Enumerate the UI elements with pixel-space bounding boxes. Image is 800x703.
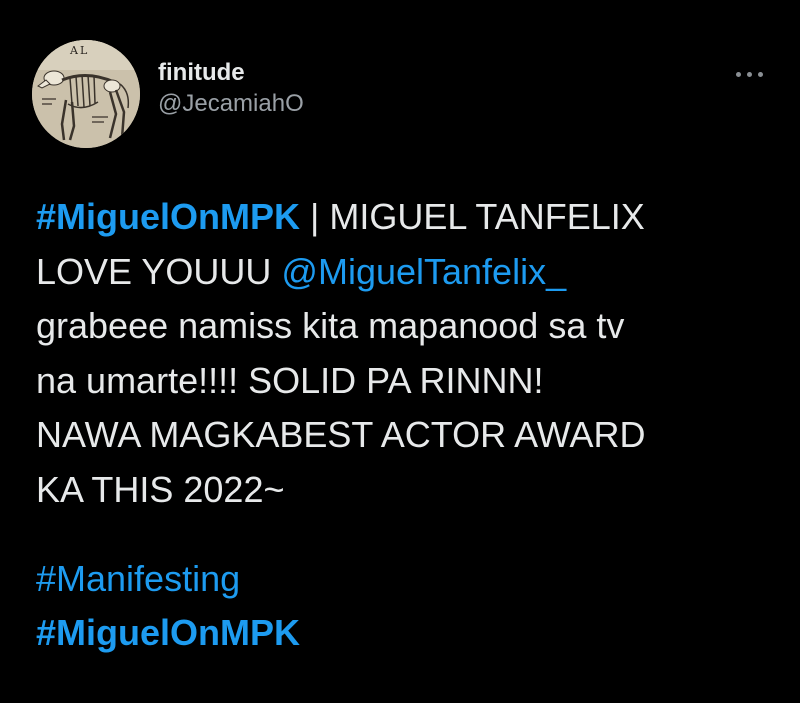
skeleton-animal-avatar-icon: AL <box>32 40 140 148</box>
hashtag-link[interactable]: #MiguelOnMPK <box>36 606 300 660</box>
hashtag-link[interactable]: #Manifesting <box>36 552 300 606</box>
more-options-button[interactable] <box>734 70 764 80</box>
tweet-line: NAWA MAGKABEST ACTOR AWARD <box>36 414 646 455</box>
more-dot <box>747 72 752 77</box>
hashtag-link[interactable]: #MiguelOnMPK <box>36 196 300 237</box>
author-info: finitude @JecamiahO <box>158 58 304 120</box>
avatar[interactable]: AL <box>32 40 140 148</box>
svg-text:AL: AL <box>69 44 89 57</box>
tweet-line: na umarte!!!! SOLID PA RINNN! <box>36 359 544 401</box>
tweet-text: #MiguelOnMPK | MIGUEL TANFELIX LOVE YOUU… <box>36 190 776 517</box>
more-horizontal-icon <box>736 72 741 77</box>
tweet-line: LOVE YOUUU @MiguelTanfelix_ <box>36 245 776 300</box>
tweet-line: grabeee namiss kita mapanood sa tv <box>36 305 625 346</box>
display-name[interactable]: finitude <box>158 58 304 88</box>
tweet-text-segment: LOVE YOUUU <box>36 250 282 292</box>
tweet-line: KA THIS 2022~ <box>36 468 285 510</box>
more-dot <box>758 72 763 77</box>
user-handle[interactable]: @JecamiahO <box>158 88 304 120</box>
tweet-card: AL finitude @JecamiahO #MiguelOnMPK | MI… <box>0 0 800 703</box>
tweet-line: #MiguelOnMPK | MIGUEL TANFELIX <box>36 190 776 245</box>
tweet-hashtags: #Manifesting #MiguelOnMPK <box>36 552 300 660</box>
tweet-text-segment: | MIGUEL TANFELIX <box>300 196 645 237</box>
mention-link[interactable]: @MiguelTanfelix_ <box>281 251 566 292</box>
